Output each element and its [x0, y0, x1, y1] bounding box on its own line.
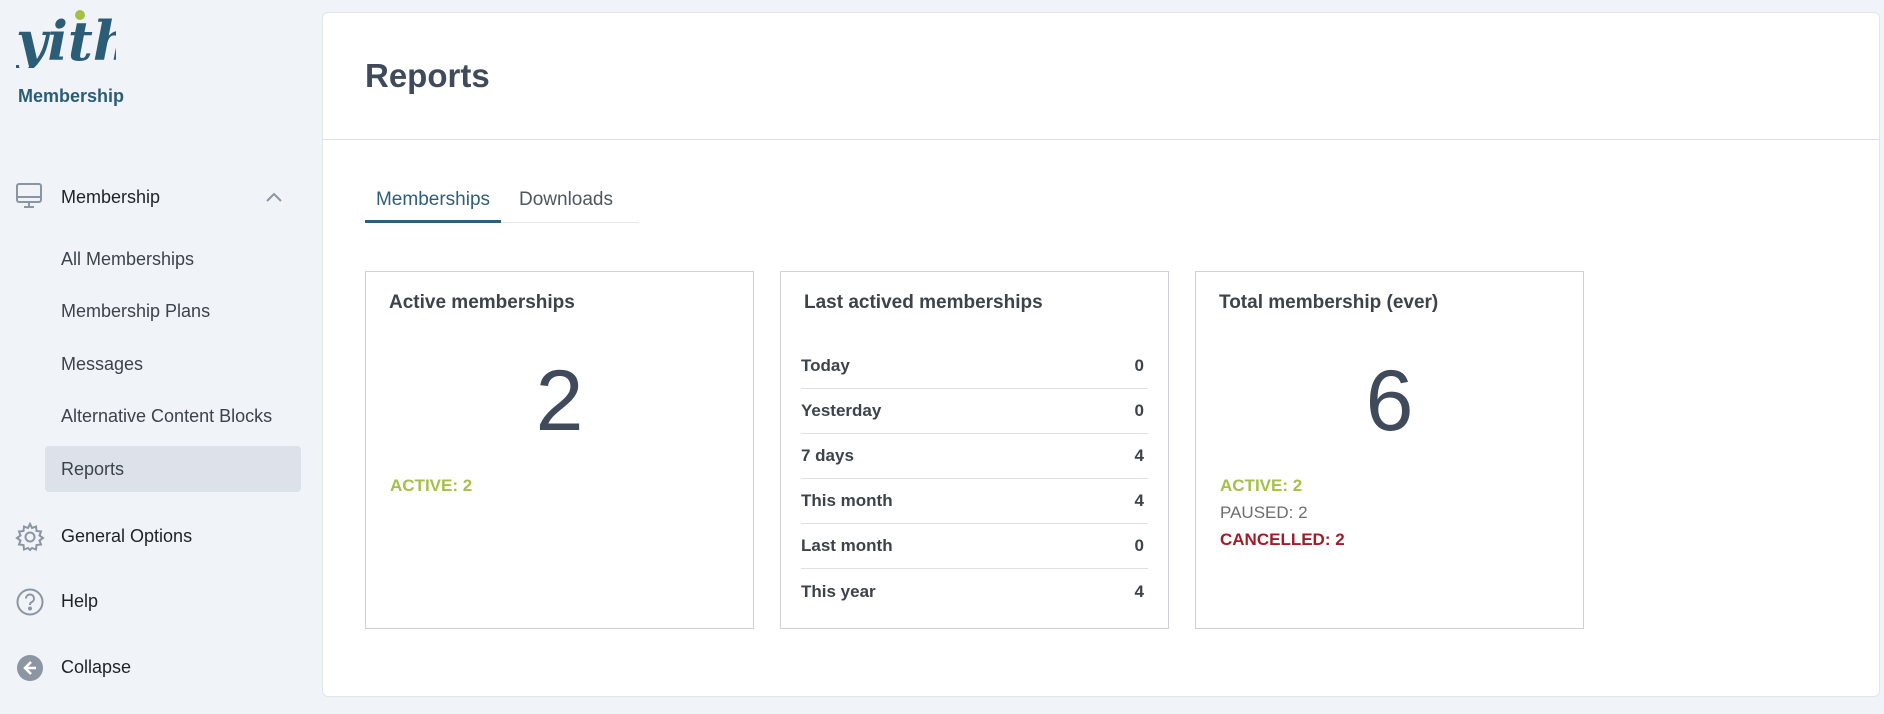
paused-status: PAUSED: 2: [1220, 503, 1308, 522]
row-label: 7 days: [801, 446, 854, 465]
table-row: 7 days 4: [801, 434, 1148, 479]
row-value: 0: [1134, 401, 1144, 420]
row-label: Today: [801, 356, 850, 375]
nav-collapse-label: Collapse: [61, 657, 132, 677]
nav-general-options[interactable]: General Options: [0, 516, 300, 556]
nav-help-label: Help: [61, 591, 99, 611]
row-label: Yesterday: [801, 401, 882, 420]
sidebar-item-membership-plans[interactable]: Membership Plans: [45, 288, 301, 334]
page-title: Reports: [365, 57, 490, 94]
total-count: 6: [1365, 353, 1414, 449]
nav-help[interactable]: Help: [0, 581, 300, 621]
nav-membership-label: Membership: [61, 186, 161, 207]
row-value: 4: [1134, 581, 1144, 601]
sidebar-item-label: Messages: [61, 353, 144, 374]
sidebar-item-label: Alternative Content Blocks: [61, 405, 273, 426]
row-label: This month: [801, 491, 893, 510]
gear-icon: [15, 521, 45, 557]
tab-label: Downloads: [519, 189, 613, 210]
active-status: ACTIVE: 2: [1220, 476, 1303, 495]
collapse-arrow-icon: [15, 653, 45, 688]
cancelled-status: CANCELLED: 2: [1220, 530, 1345, 549]
last-actived-card: Last actived memberships Today 0 Yesterd…: [780, 271, 1169, 629]
report-tabs: Memberships Downloads: [365, 187, 639, 223]
row-value: 0: [1134, 356, 1144, 375]
row-label: Last month: [801, 536, 893, 555]
card-title: Last actived memberships: [804, 292, 1043, 313]
sidebar-item-label: Reports: [61, 458, 125, 479]
row-value: 4: [1134, 446, 1144, 465]
table-row: This month 4: [801, 479, 1148, 524]
active-status: ACTIVE: 2: [390, 476, 473, 495]
yith-logo[interactable]: yith: [15, 8, 132, 73]
chevron-up-icon[interactable]: [264, 187, 284, 212]
table-row: Today 0: [801, 344, 1148, 389]
table-row: This year 4: [801, 569, 1148, 614]
card-title: Total membership (ever): [1219, 292, 1439, 313]
table-row: Last month 0: [801, 524, 1148, 569]
sidebar-item-label: Membership Plans: [61, 300, 211, 321]
nav-general-options-label: General Options: [61, 526, 193, 546]
main-panel: Reports Memberships Downloads Active mem…: [322, 12, 1880, 697]
header-divider: [323, 139, 1879, 140]
monitor-icon: [15, 182, 43, 215]
sidebar: yith Membership Membership All Membershi…: [0, 0, 322, 714]
row-value: 0: [1134, 536, 1144, 555]
sidebar-item-label: All Memberships: [61, 248, 195, 269]
table-row: Yesterday 0: [801, 389, 1148, 434]
tab-downloads[interactable]: Downloads: [519, 187, 629, 223]
sidebar-item-all-memberships[interactable]: All Memberships: [45, 236, 301, 282]
nav-membership[interactable]: Membership: [0, 178, 300, 216]
active-memberships-card: Active memberships 2 ACTIVE: 2: [365, 271, 754, 629]
row-value: 4: [1134, 491, 1144, 510]
tab-label: Memberships: [375, 189, 491, 210]
active-count: 2: [535, 353, 584, 449]
card-title: Active memberships: [389, 292, 575, 313]
brand-name: Membership: [18, 86, 125, 106]
nav-collapse[interactable]: Collapse: [0, 647, 300, 687]
row-label: This year: [801, 581, 876, 601]
period-table: Today 0 Yesterday 0 7 days 4 This month …: [801, 344, 1148, 614]
tab-memberships[interactable]: Memberships: [365, 187, 501, 223]
total-membership-card: Total membership (ever) 6 ACTIVE: 2 PAUS…: [1195, 271, 1584, 629]
sidebar-item-reports[interactable]: Reports: [45, 446, 301, 492]
sidebar-item-messages[interactable]: Messages: [45, 341, 301, 387]
sidebar-item-alternative-content-blocks[interactable]: Alternative Content Blocks: [45, 393, 301, 439]
svg-text:yith: yith: [16, 9, 116, 68]
help-icon: [15, 587, 45, 622]
